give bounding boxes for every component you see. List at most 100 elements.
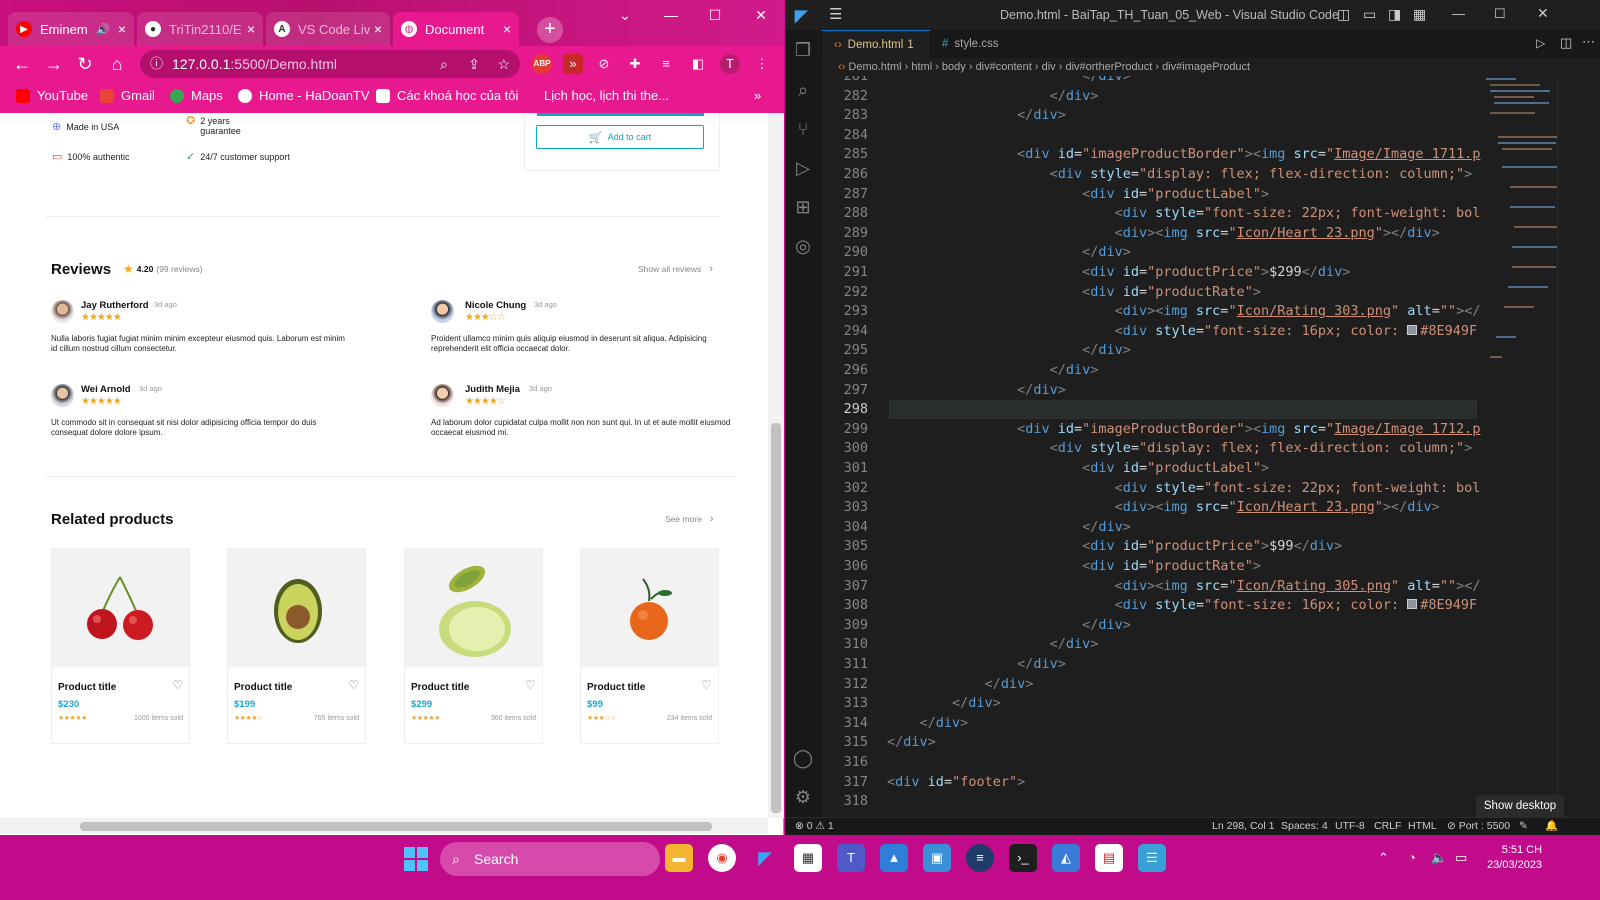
bookmark-youtube[interactable]: YouTube xyxy=(16,88,88,103)
home-icon[interactable]: ⌂ xyxy=(105,52,129,76)
code-line[interactable]: </div> xyxy=(887,656,1066,672)
control-panel-icon[interactable]: ▣ xyxy=(923,844,951,872)
close-icon[interactable]: × xyxy=(247,21,255,37)
source-control-icon[interactable]: ⑂ xyxy=(791,117,815,141)
code-line[interactable]: <div id="productLabel"> xyxy=(887,186,1269,202)
account-icon[interactable]: ◯ xyxy=(791,746,815,770)
sidepanel-icon[interactable]: ◧ xyxy=(688,54,708,74)
tab-vscode-live[interactable]: A VS Code Live × xyxy=(266,12,390,46)
product-card[interactable]: Product title ♡ $199 ★★★★☆ 765 items sol… xyxy=(227,548,366,744)
photos-icon[interactable]: ▲ xyxy=(880,844,908,872)
heart-icon[interactable]: ♡ xyxy=(701,678,712,692)
code-line[interactable]: </div> xyxy=(887,362,1099,378)
address-bar[interactable]: ⓘ 127.0.0.1:5500/Demo.html ⌕ ⇪ ☆ xyxy=(140,50,520,78)
wifi-icon[interactable]: ◔ xyxy=(1408,850,1416,865)
maximize-button[interactable]: ☐ xyxy=(692,0,738,32)
new-tab-button[interactable]: + xyxy=(537,17,563,43)
menu-icon[interactable]: ☰ xyxy=(829,5,842,23)
code-line[interactable]: </div> xyxy=(887,636,1099,652)
code-line[interactable]: <div style="font-size: 16px; color: #8E9… xyxy=(887,597,1478,613)
vertical-scrollbar[interactable] xyxy=(768,113,784,818)
code-line[interactable]: <div id="imageProductBorder"><img src="I… xyxy=(887,146,1480,162)
bookmark-maps[interactable]: Maps xyxy=(170,88,223,103)
problems-indicator[interactable]: ⊗ 0 ⚠ 1 xyxy=(795,818,834,835)
forward-icon[interactable]: → xyxy=(42,52,66,76)
breadcrumb-item[interactable]: div#ortherProduct xyxy=(1065,61,1152,73)
code-line[interactable]: </div> xyxy=(887,76,1131,84)
minimize-button[interactable]: — xyxy=(648,0,694,32)
code-line[interactable]: <div id="productRate"> xyxy=(887,558,1261,574)
heart-icon[interactable]: ♡ xyxy=(348,678,359,692)
layout-icon[interactable]: ▦ xyxy=(1413,6,1426,23)
document-app-icon[interactable]: ▤ xyxy=(1095,844,1123,872)
live-server-status[interactable]: ⊘ Port : 5500 xyxy=(1447,818,1510,835)
breadcrumb-item[interactable]: Demo.html xyxy=(848,61,901,73)
terminal-icon[interactable]: ›_ xyxy=(1009,844,1037,872)
minimize-button[interactable]: — xyxy=(1452,6,1465,21)
adblock-icon[interactable]: ABP xyxy=(532,54,552,74)
editor-scrollbar[interactable] xyxy=(1557,76,1571,819)
horizontal-scrollbar[interactable] xyxy=(0,818,768,834)
code-line[interactable]: <div id="productPrice">$99</div> xyxy=(887,538,1342,554)
breadcrumb-item[interactable]: div#imageProduct xyxy=(1162,61,1250,73)
code-line[interactable]: </div> xyxy=(887,676,1034,692)
see-more-link[interactable]: See more › xyxy=(665,513,714,525)
add-to-cart-button[interactable]: 🛒 Add to cart xyxy=(536,125,704,149)
media-icon[interactable]: ≡ xyxy=(656,54,676,74)
bookmark-courses[interactable]: Các khoá học của tôi xyxy=(376,88,518,103)
close-icon[interactable]: × xyxy=(503,21,511,37)
menu-icon[interactable]: ⋮ xyxy=(752,54,772,74)
scroll-thumb[interactable] xyxy=(80,822,712,831)
notepad-icon[interactable]: ☰ xyxy=(1138,844,1166,872)
code-line[interactable]: </div> xyxy=(887,519,1131,535)
notifications-icon[interactable]: 🔔 xyxy=(1545,818,1558,835)
code-line[interactable]: <div style="display: flex; flex-directio… xyxy=(887,166,1473,182)
language-mode[interactable]: HTML xyxy=(1408,818,1437,835)
teams-icon[interactable]: T xyxy=(837,844,865,872)
code-line[interactable]: </div> xyxy=(887,617,1131,633)
split-editor-icon[interactable]: ◫ xyxy=(1560,35,1572,51)
run-debug-icon[interactable]: ▷ xyxy=(791,156,815,180)
breadcrumb-item[interactable]: div#content xyxy=(976,61,1032,73)
more-actions-icon[interactable]: ⋯ xyxy=(1582,34,1595,50)
close-window-button[interactable]: ✕ xyxy=(1537,5,1549,22)
explorer-icon[interactable]: ❐ xyxy=(791,38,815,62)
show-all-reviews-link[interactable]: Show all reviews › xyxy=(638,263,713,275)
code-line[interactable]: </div> xyxy=(887,382,1066,398)
code-line[interactable]: <div><img src="Icon/Rating 303.png" alt=… xyxy=(887,303,1481,319)
tab-document[interactable]: ◍ Document × xyxy=(393,12,519,46)
code-line[interactable]: <div><img src="Icon/Rating 305.png" alt=… xyxy=(887,578,1481,594)
taskbar-clock[interactable]: 5:51 CH 23/03/2023 xyxy=(1487,843,1542,873)
heart-icon[interactable]: ♡ xyxy=(172,678,183,692)
code-line[interactable]: <div style="font-size: 22px; font-weight… xyxy=(887,205,1481,221)
encoding[interactable]: UTF-8 xyxy=(1335,818,1365,835)
product-card[interactable]: Product title ♡ $299 ★★★★★ 360 items sol… xyxy=(404,548,543,744)
bookmark-gmail[interactable]: Gmail xyxy=(100,88,155,103)
code-line[interactable]: <div><img src="Icon/Heart 23.png"></div> xyxy=(887,499,1440,515)
code-line[interactable]: </div> xyxy=(887,244,1131,260)
product-card[interactable]: Product title ♡ $230 ★★★★★ 1000 items so… xyxy=(51,548,190,744)
bookmark-star-icon[interactable]: ☆ xyxy=(497,50,510,78)
settings-gear-icon[interactable]: ⚙ xyxy=(791,785,815,809)
app-icon[interactable]: ≡ xyxy=(966,844,994,872)
code-line[interactable]: </div> xyxy=(887,342,1131,358)
speaker-icon[interactable]: 🔊 xyxy=(96,23,110,36)
feedback-icon[interactable]: ✎ xyxy=(1519,818,1528,835)
remote-icon[interactable]: ◎ xyxy=(791,234,815,258)
close-icon[interactable]: × xyxy=(118,21,126,37)
chrome-icon[interactable]: ◉ xyxy=(708,844,736,872)
extensions-icon[interactable]: ⊞ xyxy=(791,195,815,219)
tab-search-icon[interactable]: ⌄ xyxy=(602,0,648,32)
task-view-icon[interactable]: ▦ xyxy=(794,844,822,872)
breadcrumb-item[interactable]: body xyxy=(942,61,966,73)
tab-youtube[interactable]: ▶ Eminem 🔊 × xyxy=(8,12,134,46)
code-line[interactable]: <div><img src="Icon/Heart 23.png"></div> xyxy=(887,225,1440,241)
scroll-thumb[interactable] xyxy=(771,423,781,813)
toggle-panel-icon[interactable]: ▭ xyxy=(1363,6,1376,23)
close-icon[interactable]: × xyxy=(374,21,382,37)
volume-icon[interactable]: 🔈 xyxy=(1431,850,1447,866)
tab-style-css[interactable]: # style.css xyxy=(930,30,1026,58)
code-line[interactable]: <div id="productRate"> xyxy=(887,284,1261,300)
code-line[interactable]: </div> xyxy=(887,695,1001,711)
search-icon[interactable]: ⌕ xyxy=(791,78,815,102)
